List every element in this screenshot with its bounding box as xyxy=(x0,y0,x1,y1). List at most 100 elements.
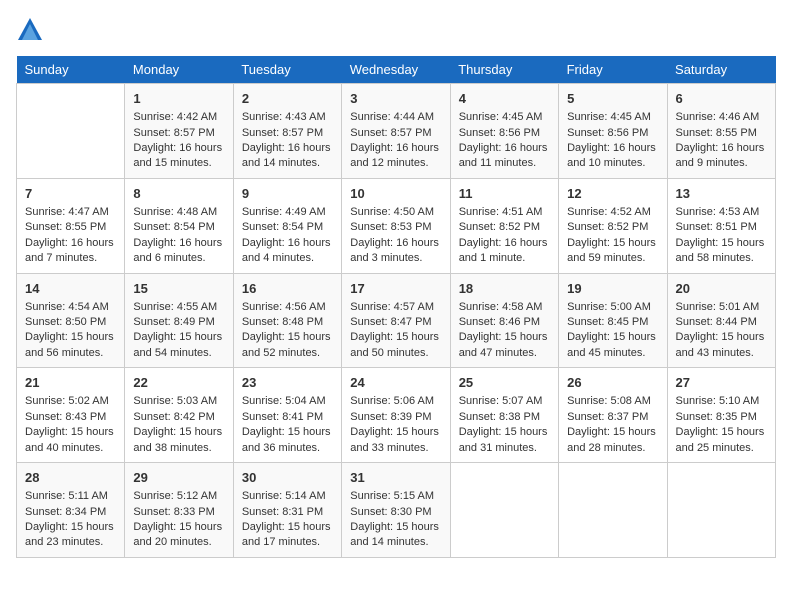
day-info: Sunrise: 4:53 AM Sunset: 8:51 PM Dayligh… xyxy=(676,205,767,267)
calendar-cell: 12Sunrise: 4:52 AM Sunset: 8:52 PM Dayli… xyxy=(559,178,667,273)
logo-icon xyxy=(16,16,44,44)
calendar-cell: 28 Sunrise: 5:11 AM Sunset: 8:34 PM Dayli… xyxy=(17,463,125,558)
calendar-cell: 11 Sunrise: 4:51 AM Sunset: 8:52 PM Dayli… xyxy=(450,178,558,273)
day-number: 1 xyxy=(133,90,224,108)
day-info: Sunrise: 4:42 AM Sunset: 8:57 PM Dayligh… xyxy=(133,110,224,172)
calendar-cell: 15 Sunrise: 4:55 AM Sunset: 8:49 PM Dayli… xyxy=(125,273,233,368)
week-row-1: 7 Sunrise: 4:47 AM Sunset: 8:55 PM Daylig… xyxy=(17,178,776,273)
header-monday: Monday xyxy=(125,56,233,84)
week-row-2: 14 Sunrise: 4:54 AM Sunset: 8:50 PM Dayli… xyxy=(17,273,776,368)
day-number: 12 xyxy=(567,185,658,203)
calendar-cell xyxy=(17,84,125,179)
calendar-cell: 4 Sunrise: 4:45 AM Sunset: 8:56 PM Daylig… xyxy=(450,84,558,179)
header-sunday: Sunday xyxy=(17,56,125,84)
day-info: Sunrise: 4:47 AM Sunset: 8:55 PM Dayligh… xyxy=(25,205,116,267)
calendar-cell xyxy=(559,463,667,558)
day-number: 18 xyxy=(459,280,550,298)
calendar-cell: 29Sunrise: 5:12 AM Sunset: 8:33 PM Dayli… xyxy=(125,463,233,558)
day-info: Sunrise: 4:55 AM Sunset: 8:49 PM Dayligh… xyxy=(133,300,224,362)
day-info: Sunrise: 4:45 AM Sunset: 8:56 PM Dayligh… xyxy=(459,110,550,172)
calendar-cell: 3 Sunrise: 4:44 AM Sunset: 8:57 PM Daylig… xyxy=(342,84,450,179)
day-info: Sunrise: 4:57 AM Sunset: 8:47 PM Dayligh… xyxy=(350,300,441,362)
day-number: 7 xyxy=(25,185,116,203)
day-number: 26 xyxy=(567,374,658,392)
day-number: 17 xyxy=(350,280,441,298)
day-info: Sunrise: 5:01 AM Sunset: 8:44 PM Dayligh… xyxy=(676,300,767,362)
day-number: 16 xyxy=(242,280,333,298)
day-number: 21 xyxy=(25,374,116,392)
calendar-cell: 16 Sunrise: 4:56 AM Sunset: 8:48 PM Dayli… xyxy=(233,273,341,368)
logo xyxy=(16,16,48,44)
calendar-cell: 2 Sunrise: 4:43 AM Sunset: 8:57 PM Daylig… xyxy=(233,84,341,179)
day-info: Sunrise: 4:44 AM Sunset: 8:57 PM Dayligh… xyxy=(350,110,441,172)
calendar-cell: 30Sunrise: 5:14 AM Sunset: 8:31 PM Dayli… xyxy=(233,463,341,558)
day-info: Sunrise: 5:02 AM Sunset: 8:43 PM Dayligh… xyxy=(25,394,116,456)
calendar-header-row: SundayMondayTuesdayWednesdayThursdayFrid… xyxy=(17,56,776,84)
calendar-cell: 26Sunrise: 5:08 AM Sunset: 8:37 PM Dayli… xyxy=(559,368,667,463)
day-info: Sunrise: 4:45 AM Sunset: 8:56 PM Dayligh… xyxy=(567,110,658,172)
header-saturday: Saturday xyxy=(667,56,775,84)
calendar-cell: 10 Sunrise: 4:50 AM Sunset: 8:53 PM Dayli… xyxy=(342,178,450,273)
calendar-cell: 18 Sunrise: 4:58 AM Sunset: 8:46 PM Dayli… xyxy=(450,273,558,368)
day-info: Sunrise: 5:07 AM Sunset: 8:38 PM Dayligh… xyxy=(459,394,550,456)
calendar-cell: 27Sunrise: 5:10 AM Sunset: 8:35 PM Dayli… xyxy=(667,368,775,463)
calendar-cell xyxy=(450,463,558,558)
calendar-cell: 19 Sunrise: 5:00 AM Sunset: 8:45 PM Dayli… xyxy=(559,273,667,368)
week-row-3: 21 Sunrise: 5:02 AM Sunset: 8:43 PM Dayli… xyxy=(17,368,776,463)
calendar-cell: 13Sunrise: 4:53 AM Sunset: 8:51 PM Dayli… xyxy=(667,178,775,273)
day-number: 8 xyxy=(133,185,224,203)
day-number: 27 xyxy=(676,374,767,392)
day-info: Sunrise: 5:00 AM Sunset: 8:45 PM Dayligh… xyxy=(567,300,658,362)
day-info: Sunrise: 4:54 AM Sunset: 8:50 PM Dayligh… xyxy=(25,300,116,362)
day-number: 6 xyxy=(676,90,767,108)
week-row-0: 1 Sunrise: 4:42 AM Sunset: 8:57 PM Daylig… xyxy=(17,84,776,179)
day-info: Sunrise: 5:04 AM Sunset: 8:41 PM Dayligh… xyxy=(242,394,333,456)
calendar-cell: 24Sunrise: 5:06 AM Sunset: 8:39 PM Dayli… xyxy=(342,368,450,463)
day-info: Sunrise: 5:03 AM Sunset: 8:42 PM Dayligh… xyxy=(133,394,224,456)
day-number: 5 xyxy=(567,90,658,108)
day-number: 10 xyxy=(350,185,441,203)
day-info: Sunrise: 4:58 AM Sunset: 8:46 PM Dayligh… xyxy=(459,300,550,362)
calendar-cell: 20 Sunrise: 5:01 AM Sunset: 8:44 PM Dayli… xyxy=(667,273,775,368)
day-info: Sunrise: 5:15 AM Sunset: 8:30 PM Dayligh… xyxy=(350,489,441,551)
day-number: 2 xyxy=(242,90,333,108)
day-info: Sunrise: 4:48 AM Sunset: 8:54 PM Dayligh… xyxy=(133,205,224,267)
day-number: 25 xyxy=(459,374,550,392)
day-number: 28 xyxy=(25,469,116,487)
day-number: 20 xyxy=(676,280,767,298)
day-number: 31 xyxy=(350,469,441,487)
day-number: 23 xyxy=(242,374,333,392)
calendar-cell: 8 Sunrise: 4:48 AM Sunset: 8:54 PM Daylig… xyxy=(125,178,233,273)
calendar-cell: 17 Sunrise: 4:57 AM Sunset: 8:47 PM Dayli… xyxy=(342,273,450,368)
day-info: Sunrise: 5:11 AM Sunset: 8:34 PM Dayligh… xyxy=(25,489,116,551)
header-tuesday: Tuesday xyxy=(233,56,341,84)
header-thursday: Thursday xyxy=(450,56,558,84)
day-info: Sunrise: 5:12 AM Sunset: 8:33 PM Dayligh… xyxy=(133,489,224,551)
calendar-cell: 1 Sunrise: 4:42 AM Sunset: 8:57 PM Daylig… xyxy=(125,84,233,179)
day-info: Sunrise: 4:49 AM Sunset: 8:54 PM Dayligh… xyxy=(242,205,333,267)
day-info: Sunrise: 5:14 AM Sunset: 8:31 PM Dayligh… xyxy=(242,489,333,551)
day-number: 3 xyxy=(350,90,441,108)
day-number: 24 xyxy=(350,374,441,392)
calendar-cell xyxy=(667,463,775,558)
day-number: 19 xyxy=(567,280,658,298)
week-row-4: 28 Sunrise: 5:11 AM Sunset: 8:34 PM Dayli… xyxy=(17,463,776,558)
day-number: 4 xyxy=(459,90,550,108)
calendar-cell: 7 Sunrise: 4:47 AM Sunset: 8:55 PM Daylig… xyxy=(17,178,125,273)
day-info: Sunrise: 4:50 AM Sunset: 8:53 PM Dayligh… xyxy=(350,205,441,267)
calendar-cell: 22 Sunrise: 5:03 AM Sunset: 8:42 PM Dayli… xyxy=(125,368,233,463)
day-number: 11 xyxy=(459,185,550,203)
day-number: 9 xyxy=(242,185,333,203)
day-number: 14 xyxy=(25,280,116,298)
day-info: Sunrise: 4:56 AM Sunset: 8:48 PM Dayligh… xyxy=(242,300,333,362)
day-number: 15 xyxy=(133,280,224,298)
calendar-table: SundayMondayTuesdayWednesdayThursdayFrid… xyxy=(16,56,776,558)
calendar-cell: 31 Sunrise: 5:15 AM Sunset: 8:30 PM Dayli… xyxy=(342,463,450,558)
day-number: 22 xyxy=(133,374,224,392)
day-info: Sunrise: 4:51 AM Sunset: 8:52 PM Dayligh… xyxy=(459,205,550,267)
day-info: Sunrise: 4:43 AM Sunset: 8:57 PM Dayligh… xyxy=(242,110,333,172)
calendar-cell: 21 Sunrise: 5:02 AM Sunset: 8:43 PM Dayli… xyxy=(17,368,125,463)
calendar-cell: 5 Sunrise: 4:45 AM Sunset: 8:56 PM Daylig… xyxy=(559,84,667,179)
header-wednesday: Wednesday xyxy=(342,56,450,84)
header xyxy=(16,16,776,44)
